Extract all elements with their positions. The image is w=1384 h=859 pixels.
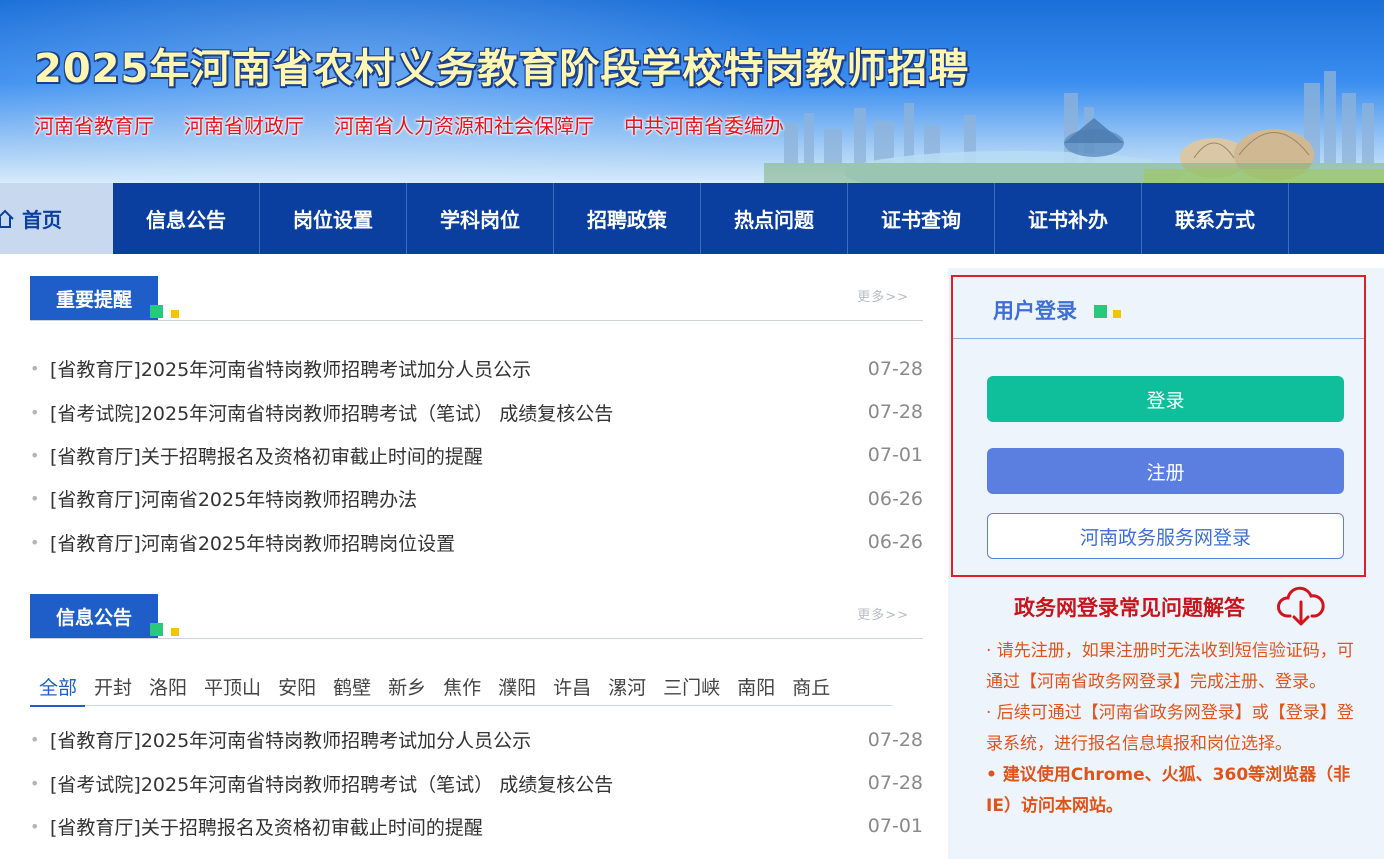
bullet-icon: •	[30, 489, 40, 509]
nav-item-contact[interactable]: 联系方式	[1142, 183, 1289, 254]
news-date: 07-28	[867, 401, 923, 424]
nav-item-announcements[interactable]: 信息公告	[113, 183, 260, 254]
org-name: 河南省财政厅	[184, 114, 304, 138]
tab-city[interactable]: 鹤壁	[324, 672, 379, 705]
news-date: 07-28	[867, 728, 923, 751]
tab-city[interactable]: 平顶山	[195, 672, 269, 705]
nav-item-positions[interactable]: 岗位设置	[260, 183, 407, 254]
city-filter-tabs: 全部 开封 洛阳 平顶山 安阳 鹤壁 新乡 焦作 濮阳 许昌 漯河 三门峡 南阳…	[30, 672, 892, 707]
list-item[interactable]: • [省教育厅]2025年河南省特岗教师招聘考试加分人员公示 07-28	[30, 347, 923, 390]
decor-square	[1094, 305, 1107, 318]
notices-heading: 信息公告	[30, 594, 158, 638]
tab-city[interactable]: 许昌	[544, 672, 599, 705]
nav-item-subject-positions[interactable]: 学科岗位	[407, 183, 554, 254]
bullet-icon: •	[30, 816, 40, 836]
nav-item-hot-questions[interactable]: 热点问题	[701, 183, 848, 254]
news-date: 07-28	[867, 772, 923, 795]
list-item[interactable]: • [省考试院]2025年河南省特岗教师招聘考试（笔试） 成绩复核公告 07-2…	[30, 390, 923, 433]
faq-browser-tip: • 建议使用Chrome、火狐、360等浏览器（非IE）访问本网站。	[986, 765, 1351, 816]
notices-list: • [省教育厅]2025年河南省特岗教师招聘考试加分人员公示 07-28 • […	[30, 718, 923, 848]
decor-square	[171, 628, 179, 636]
decor-square	[1113, 310, 1121, 318]
banner-title: 2025年河南省农村义务教育阶段学校特岗教师招聘	[34, 46, 970, 92]
cloud-download-icon[interactable]	[1276, 586, 1326, 628]
bullet-icon: •	[30, 730, 40, 750]
news-title[interactable]: [省考试院]2025年河南省特岗教师招聘考试（笔试） 成绩复核公告	[50, 770, 853, 797]
news-date: 07-28	[867, 357, 923, 380]
tab-city[interactable]: 洛阳	[140, 672, 195, 705]
bullet-icon: •	[30, 773, 40, 793]
tab-city[interactable]: 开封	[85, 672, 140, 705]
news-title[interactable]: [省教育厅]2025年河南省特岗教师招聘考试加分人员公示	[50, 726, 853, 753]
list-item[interactable]: • [省教育厅]2025年河南省特岗教师招聘考试加分人员公示 07-28	[30, 718, 923, 761]
list-item[interactable]: • [省教育厅]河南省2025年特岗教师招聘办法 06-26	[30, 477, 923, 520]
faq-paragraph: · 请先注册，如果注册时无法收到短信验证码，可通过【河南省政务网登录】完成注册、…	[986, 641, 1354, 692]
tab-city[interactable]: 三门峡	[654, 672, 728, 705]
tab-city[interactable]: 焦作	[434, 672, 489, 705]
faq-paragraph: · 后续可通过【河南省政务网登录】或【登录】登录系统，进行报名信息填报和岗位选择…	[986, 703, 1354, 754]
decor-square	[150, 305, 163, 318]
news-date: 07-01	[867, 815, 923, 838]
bullet-icon: •	[30, 445, 40, 465]
tab-city[interactable]: 安阳	[269, 672, 324, 705]
news-title[interactable]: [省教育厅]关于招聘报名及资格初审截止时间的提醒	[50, 813, 853, 840]
important-more-link[interactable]: 更多>>	[857, 286, 909, 305]
news-date: 07-01	[867, 444, 923, 467]
home-icon	[0, 209, 14, 228]
tab-city[interactable]: 濮阳	[489, 672, 544, 705]
divider	[953, 338, 1364, 339]
important-section-header: 重要提醒 更多>>	[30, 276, 923, 321]
banner-orgs: 河南省教育厅 河南省财政厅 河南省人力资源和社会保障厅 中共河南省委编办	[34, 110, 784, 139]
login-heading: 用户登录	[993, 299, 1077, 323]
news-title[interactable]: [省教育厅]关于招聘报名及资格初审截止时间的提醒	[50, 442, 853, 469]
decor-square	[150, 623, 163, 636]
news-date: 06-26	[867, 531, 923, 554]
news-title[interactable]: [省教育厅]河南省2025年特岗教师招聘办法	[50, 485, 853, 512]
org-name: 河南省人力资源和社会保障厅	[334, 114, 594, 138]
notices-section-header: 信息公告 更多>>	[30, 594, 923, 639]
register-button[interactable]: 注册	[987, 448, 1344, 494]
news-title[interactable]: [省教育厅]2025年河南省特岗教师招聘考试加分人员公示	[50, 355, 853, 382]
login-button[interactable]: 登录	[987, 376, 1344, 422]
faq-content: · 请先注册，如果注册时无法收到短信验证码，可通过【河南省政务网登录】完成注册、…	[986, 636, 1358, 822]
bullet-icon: •	[30, 359, 40, 379]
bullet-icon: •	[30, 402, 40, 422]
tab-city[interactable]: 漯河	[599, 672, 654, 705]
main-nav: 首页 信息公告 岗位设置 学科岗位 招聘政策 热点问题 证书查询 证书补办 联系…	[0, 183, 1384, 254]
nav-item-certificate-reissue[interactable]: 证书补办	[995, 183, 1142, 254]
login-box: 用户登录 登录 注册 河南政务服务网登录	[951, 275, 1366, 577]
header-banner: 2025年河南省农村义务教育阶段学校特岗教师招聘 河南省教育厅 河南省财政厅 河…	[0, 0, 1384, 183]
nav-item-policy[interactable]: 招聘政策	[554, 183, 701, 254]
news-title[interactable]: [省教育厅]河南省2025年特岗教师招聘岗位设置	[50, 529, 853, 556]
tab-city-all[interactable]: 全部	[30, 672, 86, 707]
org-name: 中共河南省委编办	[624, 114, 784, 138]
tab-city[interactable]: 新乡	[379, 672, 434, 705]
nav-home-label: 首页	[22, 208, 62, 232]
faq-title[interactable]: 政务网登录常见问题解答	[1014, 592, 1245, 622]
list-item[interactable]: • [省教育厅]河南省2025年特岗教师招聘岗位设置 06-26	[30, 521, 923, 564]
bullet-icon: •	[30, 532, 40, 552]
nav-item-home[interactable]: 首页	[0, 183, 113, 254]
news-title[interactable]: [省考试院]2025年河南省特岗教师招聘考试（笔试） 成绩复核公告	[50, 399, 853, 426]
decor-square	[171, 310, 179, 318]
news-date: 06-26	[867, 487, 923, 510]
list-item[interactable]: • [省教育厅]关于招聘报名及资格初审截止时间的提醒 07-01	[30, 805, 923, 848]
gov-service-login-button[interactable]: 河南政务服务网登录	[987, 513, 1344, 559]
list-item[interactable]: • [省考试院]2025年河南省特岗教师招聘考试（笔试） 成绩复核公告 07-2…	[30, 761, 923, 804]
tab-city[interactable]: 南阳	[728, 672, 783, 705]
list-item[interactable]: • [省教育厅]关于招聘报名及资格初审截止时间的提醒 07-01	[30, 434, 923, 477]
important-heading: 重要提醒	[30, 276, 158, 320]
tab-city[interactable]: 商丘	[783, 672, 838, 705]
org-name: 河南省教育厅	[34, 114, 154, 138]
nav-item-certificate-query[interactable]: 证书查询	[848, 183, 995, 254]
important-list: • [省教育厅]2025年河南省特岗教师招聘考试加分人员公示 07-28 • […	[30, 347, 923, 564]
notices-more-link[interactable]: 更多>>	[857, 604, 909, 623]
